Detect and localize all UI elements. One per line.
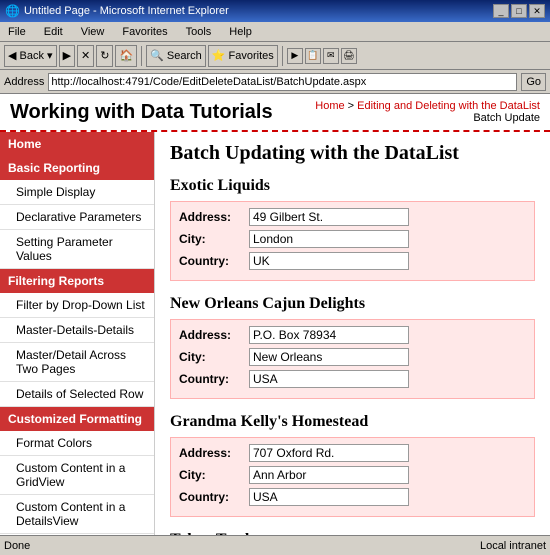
sidebar-item-filtering-reports[interactable]: Filtering Reports (0, 269, 154, 293)
refresh-button[interactable]: ↻ (96, 45, 113, 67)
supplier-block-1: Exotic Liquids Address: City: Country: (170, 177, 535, 281)
home-button[interactable]: 🏠 (115, 45, 137, 67)
field-row-address-2: Address: (179, 326, 526, 344)
field-row-city-3: City: (179, 466, 526, 484)
sidebar-item-master-detail-across[interactable]: Master/Detail Across Two Pages (0, 343, 154, 382)
toolbar-separator-2 (282, 46, 283, 66)
field-row-city-1: City: (179, 230, 526, 248)
input-address-3[interactable] (249, 444, 409, 462)
sidebar-item-master-details[interactable]: Master-Details-Details (0, 318, 154, 343)
search-button[interactable]: 🔍 Search (146, 45, 206, 67)
input-city-3[interactable] (249, 466, 409, 484)
supplier-form-1: Address: City: Country: (170, 201, 535, 281)
breadcrumb: Home > Editing and Deleting with the Dat… (315, 100, 540, 124)
address-label: Address (4, 76, 44, 88)
status-zone-text: Local intranet (480, 540, 546, 552)
sidebar-item-customized-formatting[interactable]: Customized Formatting (0, 407, 154, 431)
mail-button[interactable]: ✉ (323, 48, 339, 64)
back-button[interactable]: ◀ Back ▾ (4, 45, 57, 67)
window-title: Untitled Page - Microsoft Internet Explo… (24, 5, 229, 17)
label-address-2: Address: (179, 328, 249, 342)
menu-file[interactable]: File (4, 25, 30, 39)
label-country-2: Country: (179, 372, 249, 386)
menu-favorites[interactable]: Favorites (118, 25, 171, 39)
menu-tools[interactable]: Tools (182, 25, 216, 39)
input-country-1[interactable] (249, 252, 409, 270)
favorites-button[interactable]: ⭐ Favorites (208, 45, 278, 67)
print-button[interactable]: 🖨 (341, 48, 357, 64)
sidebar: Home Basic Reporting Simple Display Decl… (0, 132, 155, 535)
label-country-3: Country: (179, 490, 249, 504)
input-address-1[interactable] (249, 208, 409, 226)
minimize-button[interactable]: _ (493, 4, 509, 18)
supplier-form-3: Address: City: Country: (170, 437, 535, 517)
menu-help[interactable]: Help (225, 25, 256, 39)
sidebar-item-details-selected[interactable]: Details of Selected Row (0, 382, 154, 407)
label-city-3: City: (179, 468, 249, 482)
sidebar-item-custom-content-detailsview[interactable]: Custom Content in a DetailsView (0, 495, 154, 534)
breadcrumb-current: Batch Update (473, 112, 540, 124)
breadcrumb-link[interactable]: Editing and Deleting with the DataList (357, 100, 540, 112)
input-country-2[interactable] (249, 370, 409, 388)
sidebar-item-simple-display[interactable]: Simple Display (0, 180, 154, 205)
input-address-2[interactable] (249, 326, 409, 344)
address-input[interactable] (48, 73, 517, 91)
supplier-block-2: New Orleans Cajun Delights Address: City… (170, 295, 535, 399)
label-address-1: Address: (179, 210, 249, 224)
window-controls: _ □ ✕ (493, 4, 545, 18)
supplier-name-2: New Orleans Cajun Delights (170, 295, 535, 313)
forward-button[interactable]: ▶ (59, 45, 75, 67)
supplier-name-1: Exotic Liquids (170, 177, 535, 195)
main-content: Home Basic Reporting Simple Display Decl… (0, 132, 550, 535)
breadcrumb-sep2 (467, 112, 470, 124)
close-button[interactable]: ✕ (529, 4, 545, 18)
media-button[interactable]: ▶ (287, 48, 303, 64)
field-row-address-1: Address: (179, 208, 526, 226)
label-city-2: City: (179, 350, 249, 364)
menu-edit[interactable]: Edit (40, 25, 67, 39)
label-country-1: Country: (179, 254, 249, 268)
maximize-button[interactable]: □ (511, 4, 527, 18)
input-city-2[interactable] (249, 348, 409, 366)
sidebar-item-format-colors[interactable]: Format Colors (0, 431, 154, 456)
field-row-city-2: City: (179, 348, 526, 366)
sidebar-item-filter-dropdown[interactable]: Filter by Drop-Down List (0, 293, 154, 318)
breadcrumb-sep1: > (348, 100, 357, 112)
field-row-country-3: Country: (179, 488, 526, 506)
content-area: Batch Updating with the DataList Exotic … (155, 132, 550, 535)
label-city-1: City: (179, 232, 249, 246)
toolbar-separator (141, 46, 142, 66)
page-header: Working with Data Tutorials Home > Editi… (0, 94, 550, 132)
sidebar-item-setting-params[interactable]: Setting Parameter Values (0, 230, 154, 269)
history-button[interactable]: 📋 (305, 48, 321, 64)
field-row-address-3: Address: (179, 444, 526, 462)
status-bar: Done Local intranet (0, 535, 550, 555)
breadcrumb-home[interactable]: Home (315, 100, 344, 112)
status-text: Done (4, 540, 30, 552)
supplier-block-3: Grandma Kelly's Homestead Address: City:… (170, 413, 535, 517)
supplier-form-2: Address: City: Country: (170, 319, 535, 399)
title-bar: 🌐 Untitled Page - Microsoft Internet Exp… (0, 0, 550, 22)
toolbar: ◀ Back ▾ ▶ ✕ ↻ 🏠 🔍 Search ⭐ Favorites ▶ … (0, 42, 550, 70)
content-title: Batch Updating with the DataList (170, 142, 535, 165)
sidebar-item-declarative-params[interactable]: Declarative Parameters (0, 205, 154, 230)
stop-button[interactable]: ✕ (77, 45, 94, 67)
go-button[interactable]: Go (521, 73, 546, 91)
input-country-3[interactable] (249, 488, 409, 506)
sidebar-item-basic-reporting[interactable]: Basic Reporting (0, 156, 154, 180)
input-city-1[interactable] (249, 230, 409, 248)
menu-bar: File Edit View Favorites Tools Help (0, 22, 550, 42)
sidebar-item-custom-content-gridview[interactable]: Custom Content in a GridView (0, 456, 154, 495)
page-wrapper: Working with Data Tutorials Home > Editi… (0, 94, 550, 555)
label-address-3: Address: (179, 446, 249, 460)
site-title: Working with Data Tutorials (10, 101, 273, 124)
menu-view[interactable]: View (77, 25, 109, 39)
supplier-name-3: Grandma Kelly's Homestead (170, 413, 535, 431)
field-row-country-1: Country: (179, 252, 526, 270)
sidebar-item-home[interactable]: Home (0, 132, 154, 156)
title-bar-left: 🌐 Untitled Page - Microsoft Internet Exp… (5, 4, 229, 18)
field-row-country-2: Country: (179, 370, 526, 388)
address-bar: Address Go (0, 70, 550, 94)
